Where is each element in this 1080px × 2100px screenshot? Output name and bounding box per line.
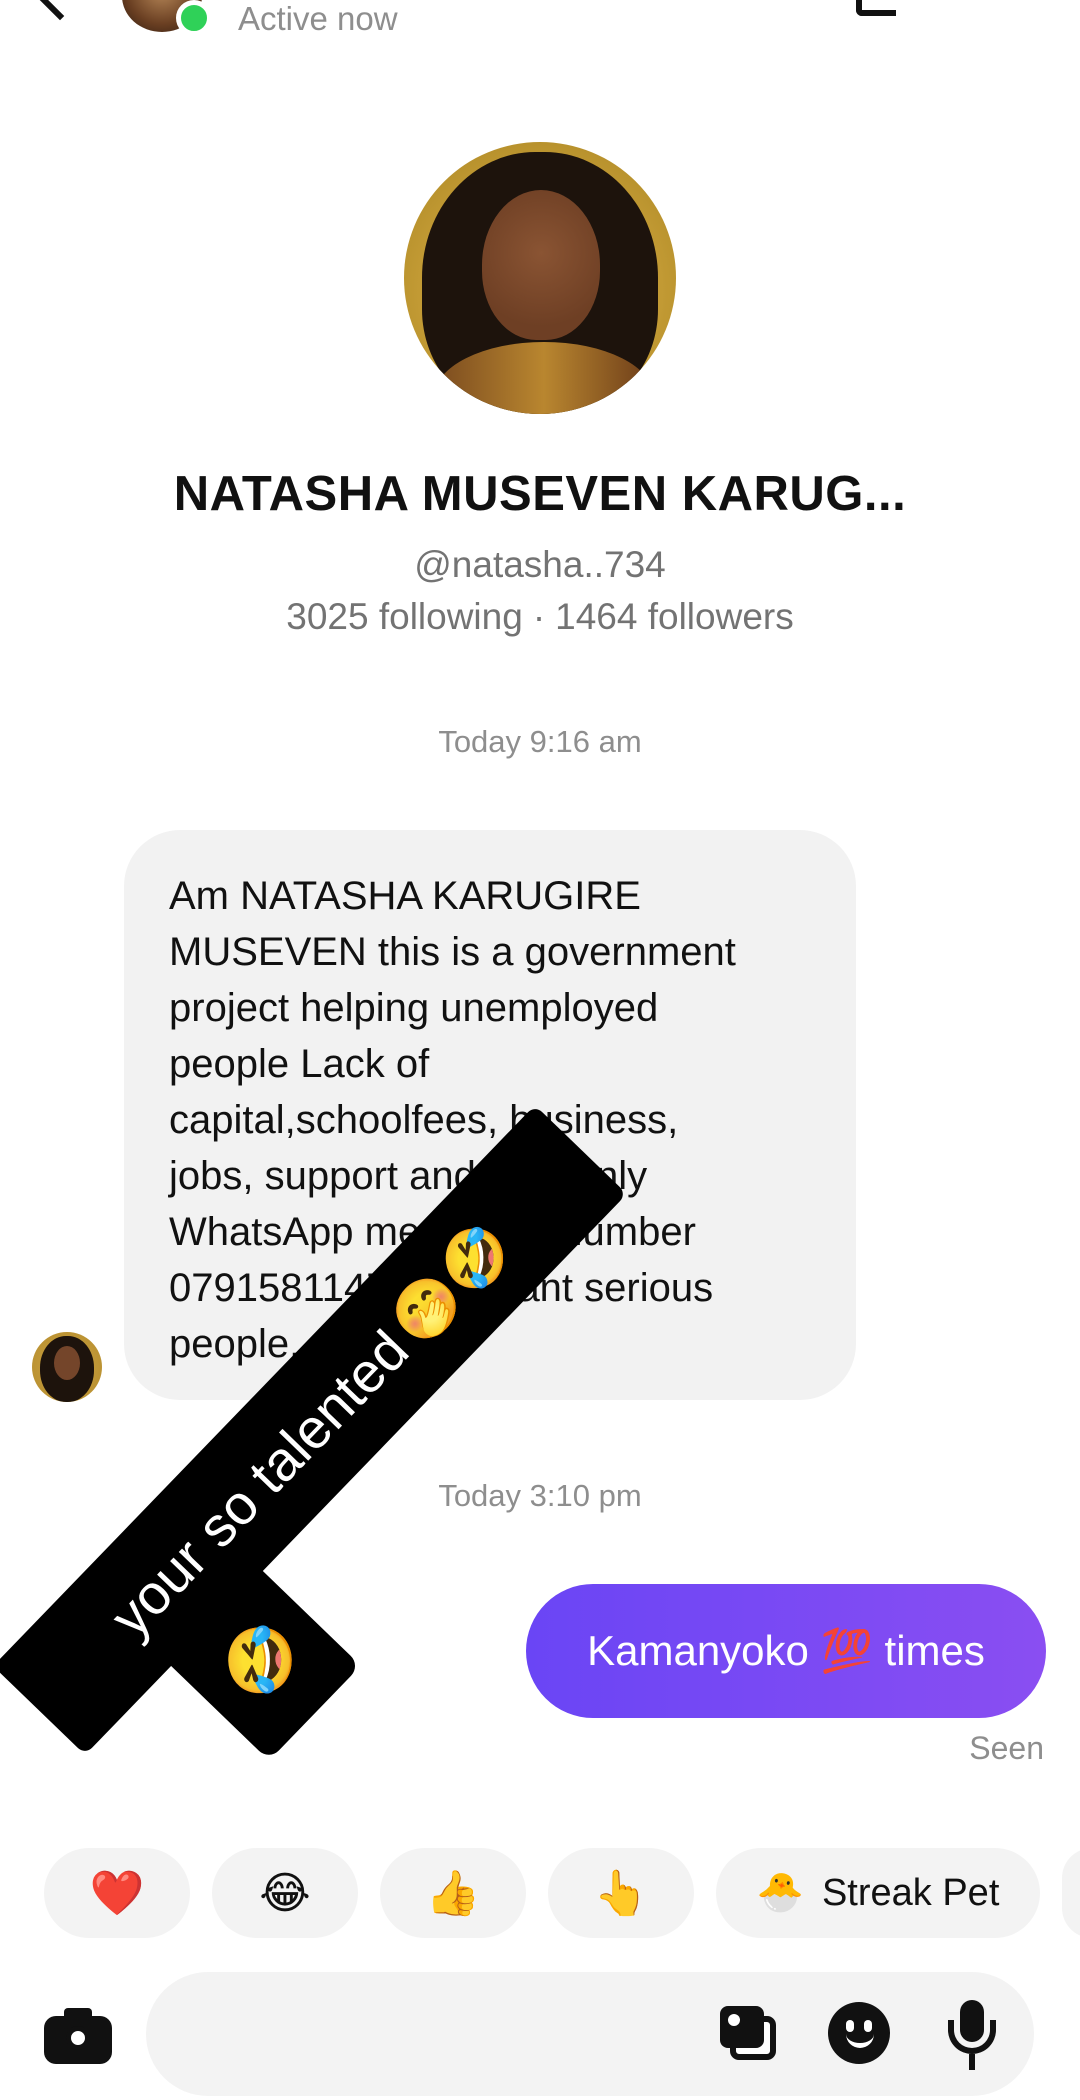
- active-status-text: Active now: [238, 0, 398, 37]
- reaction-laugh-button[interactable]: 😂: [212, 1848, 358, 1938]
- reaction-thumbs-up-button[interactable]: 👍: [380, 1848, 526, 1938]
- profile-handle: @natasha..734: [414, 544, 666, 585]
- sticker-icon-smile: [846, 2032, 874, 2048]
- camera-icon[interactable]: [44, 2008, 112, 2064]
- chat-screen: Active now NATASHA MUSEVEN KARUG... @nat…: [0, 0, 1080, 2100]
- microphone-icon[interactable]: [944, 2000, 1000, 2072]
- profile-photo[interactable]: [404, 142, 676, 414]
- call-icon[interactable]: [856, 0, 896, 16]
- stats-separator: ·: [532, 596, 546, 637]
- microphone-icon-stem: [969, 2054, 975, 2070]
- quick-reactions-row: ❤️ 😂 👍 👆 🐣 Streak Pet: [44, 1848, 1080, 1938]
- streak-pet-icon: 🐣: [756, 1872, 804, 1914]
- online-status-dot: [176, 0, 212, 36]
- profile-name: NATASHA MUSEVEN KARUG...: [173, 467, 907, 521]
- seen-indicator: Seen: [969, 1730, 1044, 1766]
- outgoing-message-bubble[interactable]: Kamanyoko 💯 times: [526, 1584, 1046, 1718]
- streak-pet-label: Streak Pet: [821, 1871, 1000, 1914]
- sticker-icon[interactable]: [828, 2002, 890, 2064]
- message-timestamp: Today 9:16 am: [438, 724, 642, 759]
- reaction-heart-button[interactable]: ❤️: [44, 1848, 190, 1938]
- reaction-more-chip[interactable]: [1062, 1848, 1080, 1938]
- microphone-icon-cup: [948, 2020, 996, 2054]
- sticker-icon-eye: [846, 2020, 854, 2032]
- gallery-icon-front: [720, 2006, 764, 2048]
- streak-pet-button[interactable]: 🐣 Streak Pet: [716, 1848, 1040, 1938]
- camera-icon-lens: [66, 2026, 90, 2050]
- sender-avatar-face: [54, 1346, 80, 1380]
- reaction-point-button[interactable]: 👆: [548, 1848, 694, 1938]
- following-count: 3025 following: [286, 596, 523, 637]
- sender-avatar[interactable]: [32, 1332, 102, 1402]
- sticker-icon-eye: [864, 2020, 872, 2032]
- gallery-icon[interactable]: [720, 2006, 778, 2062]
- profile-photo-face: [482, 190, 600, 340]
- followers-count: 1464 followers: [555, 596, 794, 637]
- message-input[interactable]: [146, 1972, 1034, 2096]
- profile-stats: 3025 following · 1464 followers: [0, 596, 1080, 638]
- back-chevron-icon[interactable]: [31, 0, 89, 21]
- sticker-extra-emoji: 🤣: [209, 1609, 313, 1713]
